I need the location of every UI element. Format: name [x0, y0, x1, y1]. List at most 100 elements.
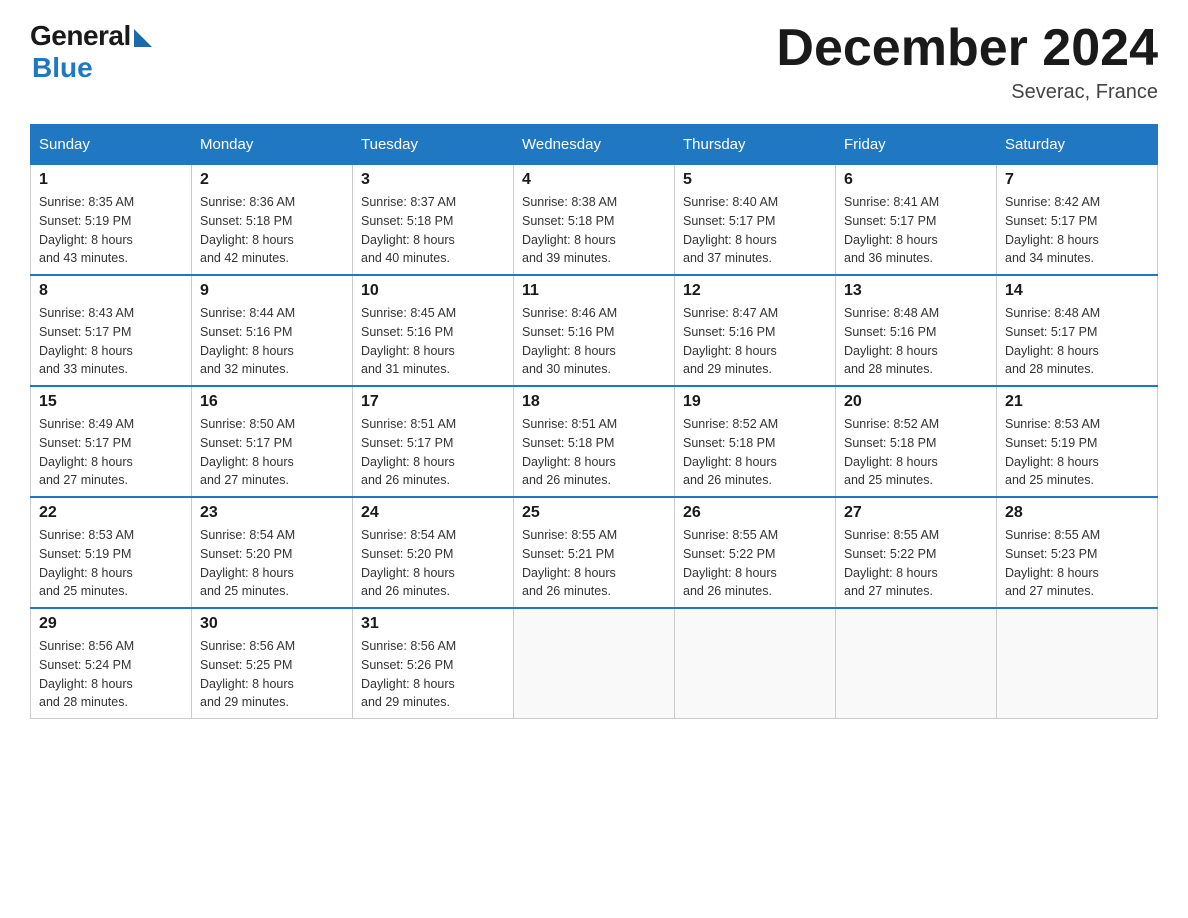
day-number: 24	[361, 504, 505, 522]
calendar-cell: 29 Sunrise: 8:56 AM Sunset: 5:24 PM Dayl…	[31, 608, 192, 719]
col-sunday: Sunday	[31, 125, 192, 164]
calendar-cell: 19 Sunrise: 8:52 AM Sunset: 5:18 PM Dayl…	[675, 386, 836, 497]
day-number: 7	[1005, 171, 1149, 189]
day-info: Sunrise: 8:40 AM Sunset: 5:17 PM Dayligh…	[683, 193, 827, 268]
day-info: Sunrise: 8:51 AM Sunset: 5:17 PM Dayligh…	[361, 415, 505, 490]
logo-blue-text: Blue	[32, 52, 93, 84]
calendar-cell: 12 Sunrise: 8:47 AM Sunset: 5:16 PM Dayl…	[675, 275, 836, 386]
col-saturday: Saturday	[997, 125, 1158, 164]
month-title: December 2024	[776, 20, 1158, 77]
week-row-2: 8 Sunrise: 8:43 AM Sunset: 5:17 PM Dayli…	[31, 275, 1158, 386]
calendar-cell: 11 Sunrise: 8:46 AM Sunset: 5:16 PM Dayl…	[514, 275, 675, 386]
day-info: Sunrise: 8:55 AM Sunset: 5:22 PM Dayligh…	[683, 526, 827, 601]
calendar-cell: 18 Sunrise: 8:51 AM Sunset: 5:18 PM Dayl…	[514, 386, 675, 497]
day-info: Sunrise: 8:55 AM Sunset: 5:22 PM Dayligh…	[844, 526, 988, 601]
calendar-cell: 4 Sunrise: 8:38 AM Sunset: 5:18 PM Dayli…	[514, 164, 675, 275]
calendar-cell: 3 Sunrise: 8:37 AM Sunset: 5:18 PM Dayli…	[353, 164, 514, 275]
day-info: Sunrise: 8:54 AM Sunset: 5:20 PM Dayligh…	[361, 526, 505, 601]
day-info: Sunrise: 8:48 AM Sunset: 5:17 PM Dayligh…	[1005, 304, 1149, 379]
day-number: 4	[522, 171, 666, 189]
day-number: 2	[200, 171, 344, 189]
title-area: December 2024 Severac, France	[776, 20, 1158, 104]
calendar-cell: 16 Sunrise: 8:50 AM Sunset: 5:17 PM Dayl…	[192, 386, 353, 497]
day-number: 29	[39, 615, 183, 633]
page-header: General Blue December 2024 Severac, Fran…	[30, 20, 1158, 104]
col-friday: Friday	[836, 125, 997, 164]
day-info: Sunrise: 8:53 AM Sunset: 5:19 PM Dayligh…	[39, 526, 183, 601]
day-info: Sunrise: 8:52 AM Sunset: 5:18 PM Dayligh…	[683, 415, 827, 490]
calendar-cell: 2 Sunrise: 8:36 AM Sunset: 5:18 PM Dayli…	[192, 164, 353, 275]
calendar-cell: 21 Sunrise: 8:53 AM Sunset: 5:19 PM Dayl…	[997, 386, 1158, 497]
col-monday: Monday	[192, 125, 353, 164]
day-info: Sunrise: 8:36 AM Sunset: 5:18 PM Dayligh…	[200, 193, 344, 268]
day-info: Sunrise: 8:54 AM Sunset: 5:20 PM Dayligh…	[200, 526, 344, 601]
day-info: Sunrise: 8:49 AM Sunset: 5:17 PM Dayligh…	[39, 415, 183, 490]
calendar-cell: 30 Sunrise: 8:56 AM Sunset: 5:25 PM Dayl…	[192, 608, 353, 719]
logo[interactable]: General Blue	[30, 20, 152, 84]
day-info: Sunrise: 8:43 AM Sunset: 5:17 PM Dayligh…	[39, 304, 183, 379]
day-number: 17	[361, 393, 505, 411]
calendar-cell: 5 Sunrise: 8:40 AM Sunset: 5:17 PM Dayli…	[675, 164, 836, 275]
calendar-cell: 22 Sunrise: 8:53 AM Sunset: 5:19 PM Dayl…	[31, 497, 192, 608]
calendar-cell	[675, 608, 836, 719]
day-info: Sunrise: 8:52 AM Sunset: 5:18 PM Dayligh…	[844, 415, 988, 490]
day-number: 28	[1005, 504, 1149, 522]
calendar-cell: 31 Sunrise: 8:56 AM Sunset: 5:26 PM Dayl…	[353, 608, 514, 719]
day-number: 5	[683, 171, 827, 189]
day-info: Sunrise: 8:56 AM Sunset: 5:24 PM Dayligh…	[39, 637, 183, 712]
day-number: 8	[39, 282, 183, 300]
day-number: 14	[1005, 282, 1149, 300]
day-number: 20	[844, 393, 988, 411]
calendar-cell: 10 Sunrise: 8:45 AM Sunset: 5:16 PM Dayl…	[353, 275, 514, 386]
calendar-cell: 24 Sunrise: 8:54 AM Sunset: 5:20 PM Dayl…	[353, 497, 514, 608]
day-number: 27	[844, 504, 988, 522]
day-number: 12	[683, 282, 827, 300]
calendar-cell	[514, 608, 675, 719]
day-number: 21	[1005, 393, 1149, 411]
calendar-cell: 25 Sunrise: 8:55 AM Sunset: 5:21 PM Dayl…	[514, 497, 675, 608]
logo-general-text: General	[30, 20, 131, 52]
calendar-cell: 28 Sunrise: 8:55 AM Sunset: 5:23 PM Dayl…	[997, 497, 1158, 608]
week-row-4: 22 Sunrise: 8:53 AM Sunset: 5:19 PM Dayl…	[31, 497, 1158, 608]
day-info: Sunrise: 8:48 AM Sunset: 5:16 PM Dayligh…	[844, 304, 988, 379]
day-info: Sunrise: 8:51 AM Sunset: 5:18 PM Dayligh…	[522, 415, 666, 490]
col-thursday: Thursday	[675, 125, 836, 164]
calendar-cell: 9 Sunrise: 8:44 AM Sunset: 5:16 PM Dayli…	[192, 275, 353, 386]
day-number: 26	[683, 504, 827, 522]
calendar-cell: 17 Sunrise: 8:51 AM Sunset: 5:17 PM Dayl…	[353, 386, 514, 497]
col-wednesday: Wednesday	[514, 125, 675, 164]
calendar-cell: 27 Sunrise: 8:55 AM Sunset: 5:22 PM Dayl…	[836, 497, 997, 608]
day-info: Sunrise: 8:56 AM Sunset: 5:25 PM Dayligh…	[200, 637, 344, 712]
day-number: 1	[39, 171, 183, 189]
header-row: Sunday Monday Tuesday Wednesday Thursday…	[31, 125, 1158, 164]
calendar-cell: 23 Sunrise: 8:54 AM Sunset: 5:20 PM Dayl…	[192, 497, 353, 608]
day-info: Sunrise: 8:42 AM Sunset: 5:17 PM Dayligh…	[1005, 193, 1149, 268]
calendar-cell	[997, 608, 1158, 719]
col-tuesday: Tuesday	[353, 125, 514, 164]
calendar-cell: 15 Sunrise: 8:49 AM Sunset: 5:17 PM Dayl…	[31, 386, 192, 497]
day-info: Sunrise: 8:37 AM Sunset: 5:18 PM Dayligh…	[361, 193, 505, 268]
week-row-3: 15 Sunrise: 8:49 AM Sunset: 5:17 PM Dayl…	[31, 386, 1158, 497]
day-info: Sunrise: 8:47 AM Sunset: 5:16 PM Dayligh…	[683, 304, 827, 379]
day-number: 18	[522, 393, 666, 411]
day-number: 25	[522, 504, 666, 522]
calendar-table: Sunday Monday Tuesday Wednesday Thursday…	[30, 124, 1158, 719]
day-number: 3	[361, 171, 505, 189]
calendar-cell: 20 Sunrise: 8:52 AM Sunset: 5:18 PM Dayl…	[836, 386, 997, 497]
calendar-cell	[836, 608, 997, 719]
day-number: 23	[200, 504, 344, 522]
day-info: Sunrise: 8:45 AM Sunset: 5:16 PM Dayligh…	[361, 304, 505, 379]
calendar-cell: 8 Sunrise: 8:43 AM Sunset: 5:17 PM Dayli…	[31, 275, 192, 386]
day-number: 10	[361, 282, 505, 300]
week-row-5: 29 Sunrise: 8:56 AM Sunset: 5:24 PM Dayl…	[31, 608, 1158, 719]
day-number: 9	[200, 282, 344, 300]
day-number: 6	[844, 171, 988, 189]
calendar-cell: 26 Sunrise: 8:55 AM Sunset: 5:22 PM Dayl…	[675, 497, 836, 608]
day-number: 13	[844, 282, 988, 300]
day-info: Sunrise: 8:46 AM Sunset: 5:16 PM Dayligh…	[522, 304, 666, 379]
day-info: Sunrise: 8:41 AM Sunset: 5:17 PM Dayligh…	[844, 193, 988, 268]
day-number: 15	[39, 393, 183, 411]
calendar-cell: 13 Sunrise: 8:48 AM Sunset: 5:16 PM Dayl…	[836, 275, 997, 386]
calendar-cell: 6 Sunrise: 8:41 AM Sunset: 5:17 PM Dayli…	[836, 164, 997, 275]
week-row-1: 1 Sunrise: 8:35 AM Sunset: 5:19 PM Dayli…	[31, 164, 1158, 275]
